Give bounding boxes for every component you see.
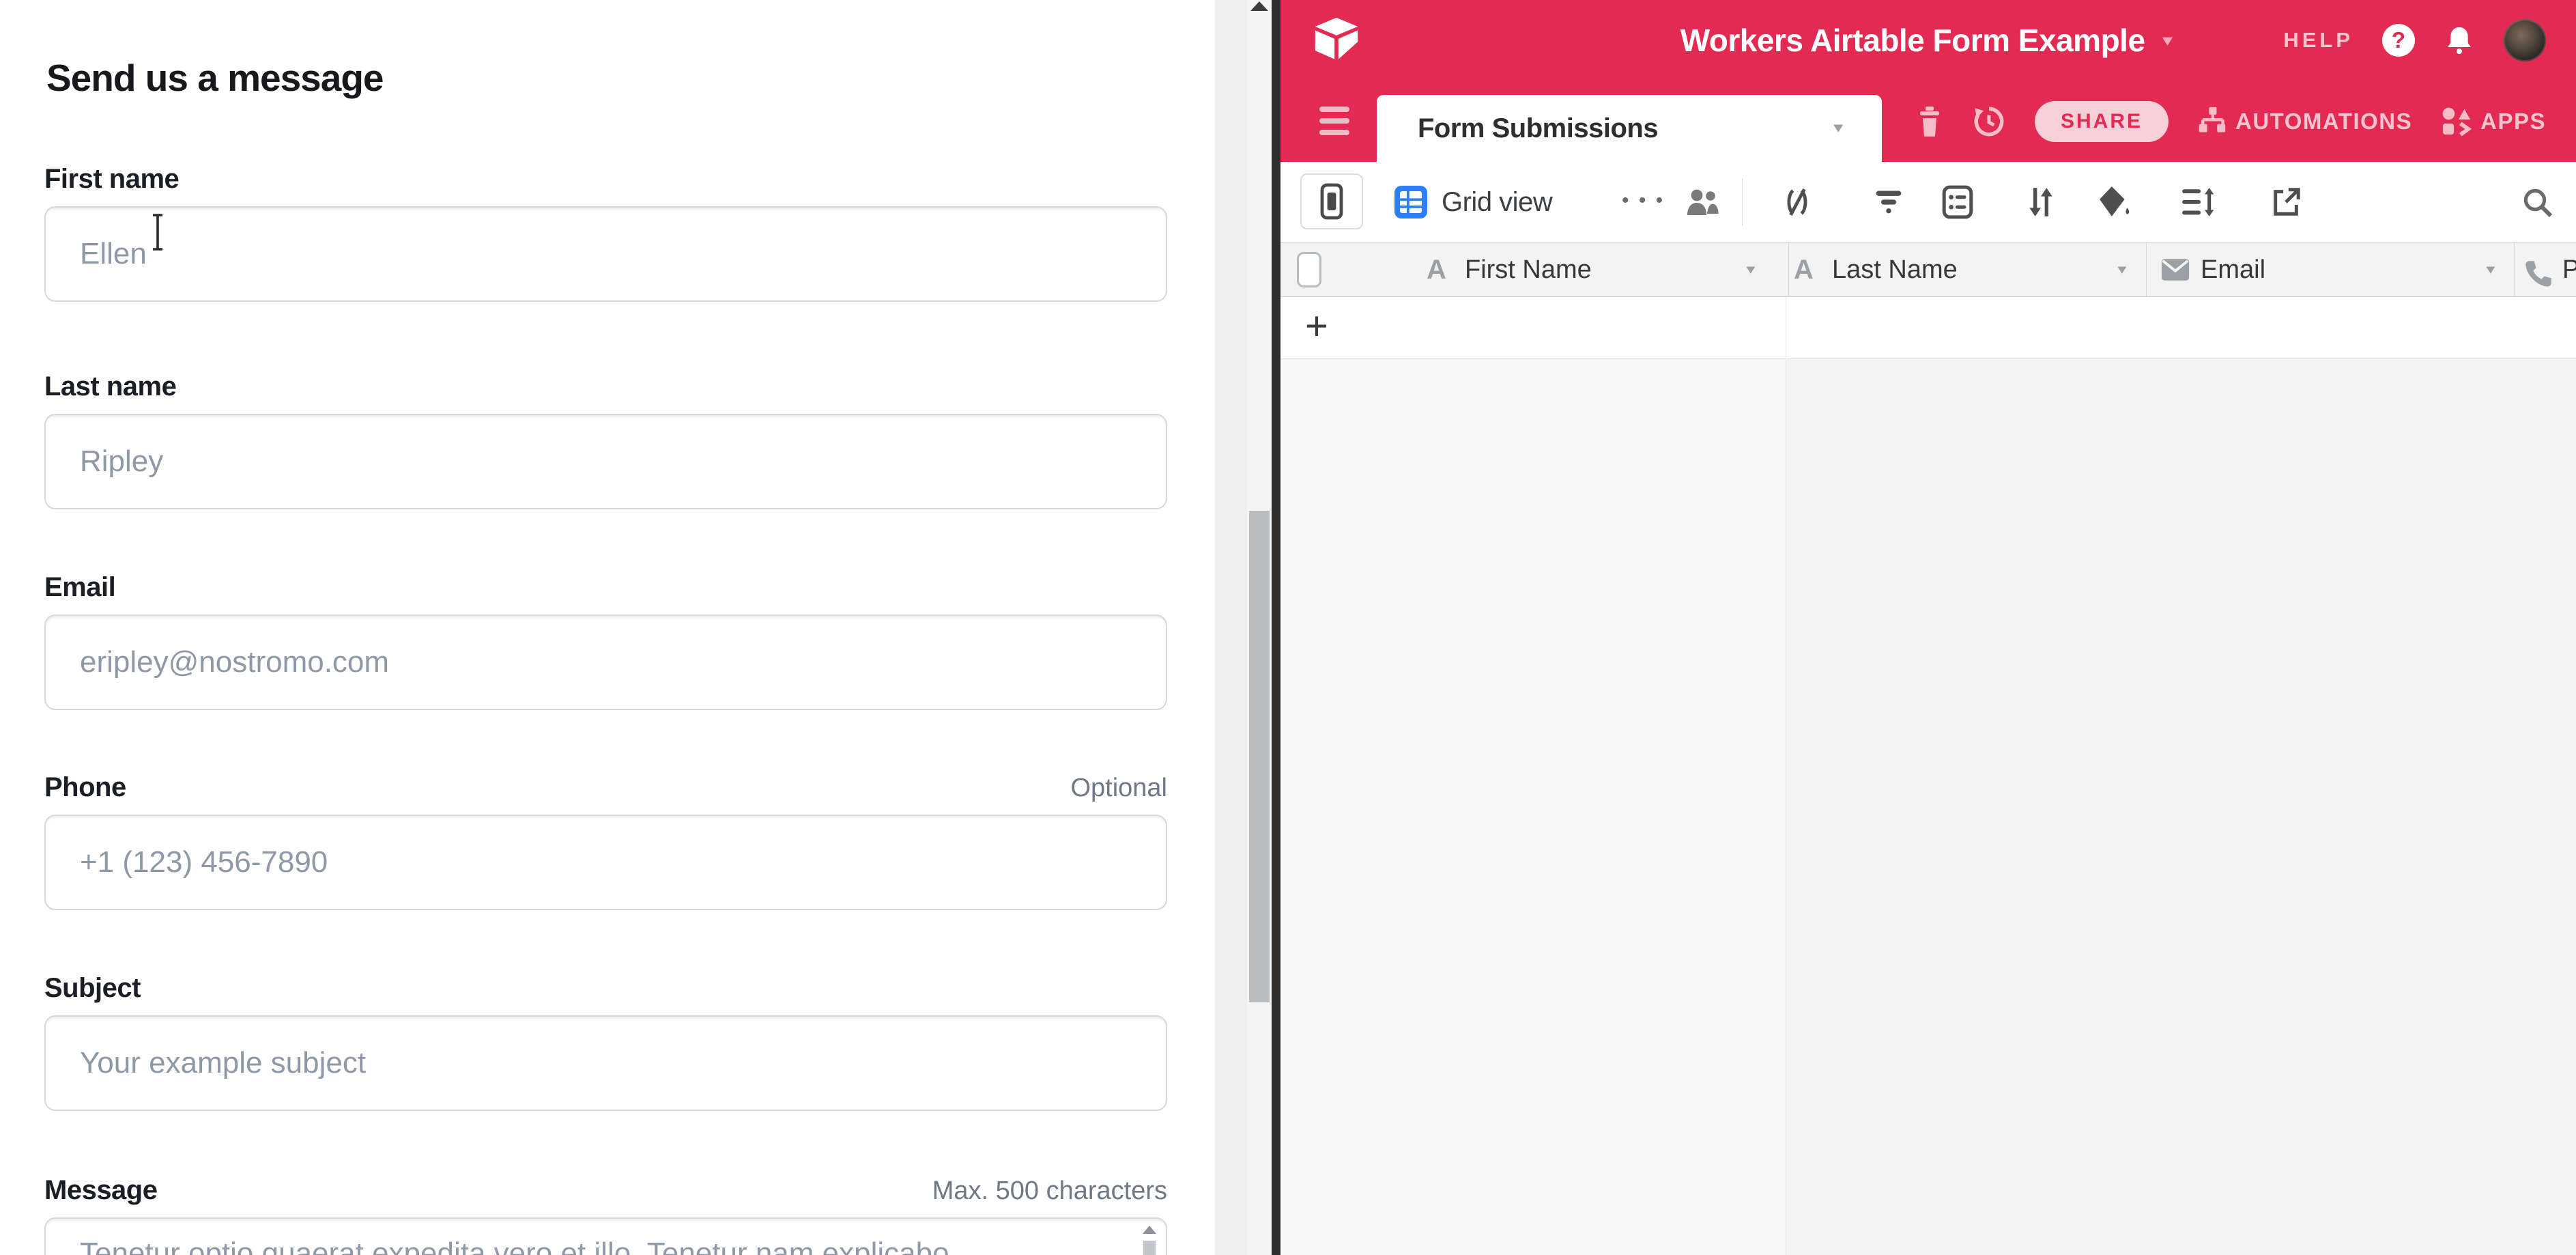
scrollbar-up-arrow-icon[interactable] [1250, 1, 1268, 11]
scroll-up-arrow-icon[interactable] [1143, 1226, 1156, 1234]
column-header-first-name[interactable]: First Name [1465, 243, 1592, 296]
automations-icon [2197, 106, 2227, 137]
grid-header-row: A First Name ▼ A Last Name ▼ Email ▼ P [1280, 242, 2576, 297]
subject-input[interactable] [44, 1015, 1167, 1111]
column-divider[interactable] [2146, 243, 2147, 297]
message-scrollbar[interactable] [1140, 1224, 1159, 1255]
select-all-checkbox[interactable] [1297, 252, 1321, 287]
column-caret-icon[interactable]: ▼ [1743, 249, 1758, 291]
search-icon[interactable] [2521, 186, 2554, 219]
share-button[interactable]: SHARE [2035, 101, 2169, 142]
text-field-icon: A [1427, 243, 1446, 296]
column-header-last-name[interactable]: Last Name [1832, 243, 1958, 296]
automations-label: AUTOMATIONS [2235, 109, 2412, 135]
field-phone: Phone Optional [44, 772, 1167, 910]
phone-input[interactable] [44, 815, 1167, 910]
last-name-input[interactable] [44, 414, 1167, 509]
screen: Send us a message First name Last name E… [0, 0, 2576, 1255]
add-row[interactable]: + [1280, 297, 2576, 359]
last-name-label: Last name [44, 371, 176, 402]
grid-view-icon[interactable] [1394, 186, 1427, 218]
window-divider [1272, 0, 1280, 1255]
text-cursor-icon [149, 213, 167, 251]
field-message: Message Max. 500 characters Tenetur opti… [44, 1175, 1167, 1255]
email-input[interactable] [44, 615, 1167, 710]
airtable-topbar: Workers Airtable Form Example ▼ HELP ? [1280, 0, 2576, 81]
base-title-caret-icon[interactable]: ▼ [2159, 32, 2177, 49]
sidebar-panel-icon [1318, 182, 1345, 221]
column-caret-icon[interactable]: ▼ [2483, 249, 2498, 291]
help-question-icon[interactable]: ? [2382, 24, 2415, 57]
collaborators-icon[interactable] [1685, 186, 1720, 218]
field-email: Email [44, 572, 1167, 710]
column-divider[interactable] [2514, 243, 2515, 297]
view-name-button[interactable]: Grid view [1442, 162, 1552, 242]
table-tab-caret-icon[interactable]: ▼ [1830, 102, 1846, 155]
sidebar-menu-button[interactable] [1319, 107, 1349, 135]
phone-field-icon [2523, 258, 2554, 290]
contact-form-panel: Send us a message First name Last name E… [0, 0, 1215, 1255]
hide-fields-icon[interactable] [1782, 186, 1814, 218]
apps-icon [2441, 106, 2472, 137]
subject-label: Subject [44, 973, 141, 1004]
first-name-label: First name [44, 164, 179, 195]
table-tab-label: Form Submissions [1418, 95, 1658, 162]
airtable-tabbar: Form Submissions ▼ SHARE [1280, 81, 2576, 162]
views-sidebar-toggle-button[interactable] [1300, 173, 1363, 229]
field-first-name: First name [44, 164, 1167, 302]
share-view-icon[interactable] [2270, 186, 2302, 218]
message-label: Message [44, 1175, 157, 1206]
column-divider[interactable] [1788, 243, 1789, 297]
color-icon[interactable] [2098, 185, 2132, 219]
phone-optional-hint: Optional [1070, 774, 1167, 803]
sort-icon[interactable] [2025, 185, 2057, 219]
airtable-panel: Workers Airtable Form Example ▼ HELP ? F… [1280, 0, 2576, 1255]
base-title[interactable]: Workers Airtable Form Example [1680, 22, 2145, 59]
first-name-input[interactable] [44, 206, 1167, 302]
form-scroll-gutter [1215, 0, 1272, 1255]
column-caret-icon[interactable]: ▼ [2115, 249, 2130, 291]
form-scrollbar-thumb[interactable] [1249, 511, 1270, 1002]
add-row-plus-icon[interactable]: + [1305, 297, 1328, 356]
text-field-icon: A [1794, 243, 1814, 296]
trash-icon[interactable] [1916, 105, 1943, 138]
email-field-icon [2161, 258, 2190, 281]
toolbar-divider [1742, 178, 1743, 226]
row-height-icon[interactable] [2181, 186, 2215, 218]
field-last-name: Last name [44, 371, 1167, 509]
history-icon[interactable] [1972, 104, 2006, 139]
notifications-bell-icon[interactable] [2444, 25, 2475, 56]
view-toolbar: Grid view • • • [1280, 162, 2576, 242]
message-scrollbar-thumb[interactable] [1143, 1241, 1156, 1255]
message-maxchars-hint: Max. 500 characters [932, 1176, 1167, 1206]
field-subject: Subject [44, 973, 1167, 1111]
apps-button[interactable]: APPS [2441, 106, 2546, 137]
email-label: Email [44, 572, 115, 603]
grid-empty-area-left [1280, 360, 1786, 1255]
view-options-ellipsis-icon[interactable]: • • • [1622, 162, 1665, 240]
column-header-phone[interactable]: P [2562, 243, 2576, 296]
grid-empty-area-right [1786, 360, 2576, 1255]
automations-button[interactable]: AUTOMATIONS [2197, 106, 2412, 137]
apps-label: APPS [2480, 109, 2546, 135]
user-avatar[interactable] [2504, 19, 2546, 61]
table-tab-form-submissions[interactable]: Form Submissions ▼ [1377, 95, 1882, 162]
share-button-label: SHARE [2061, 110, 2143, 133]
form-title: Send us a message [46, 56, 384, 100]
phone-label: Phone [44, 772, 126, 803]
message-placeholder-text: Tenetur optio quaerat expedita vero et i… [80, 1237, 949, 1255]
filter-icon[interactable] [1874, 188, 1904, 216]
group-icon[interactable] [1942, 185, 1973, 219]
message-input[interactable]: Tenetur optio quaerat expedita vero et i… [44, 1217, 1167, 1255]
column-header-email[interactable]: Email [2201, 243, 2265, 296]
help-button[interactable]: HELP [2283, 28, 2353, 53]
